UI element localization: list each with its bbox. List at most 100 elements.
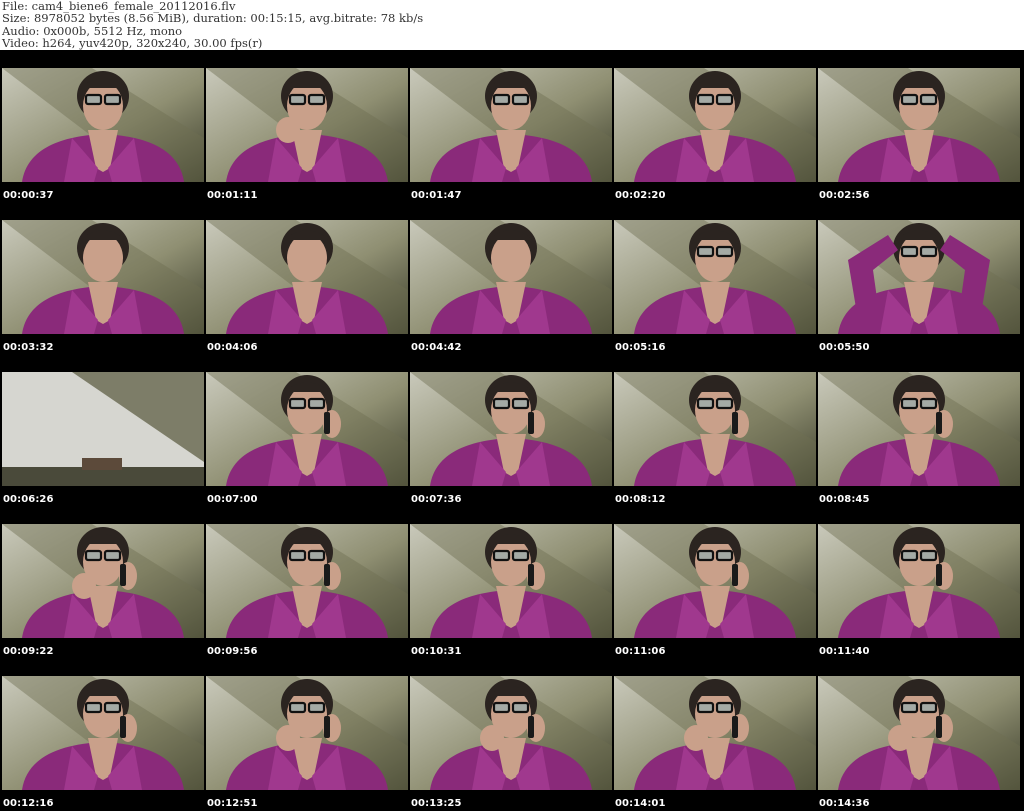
thumbnail-cell: 00:08:45	[816, 354, 1020, 506]
thumbnail-timestamp: 00:12:51	[207, 798, 258, 809]
thumbnail-timestamp: 00:00:37	[3, 190, 54, 201]
thumbnail-cell: 00:05:16	[612, 202, 816, 354]
thumbnail-cell: 00:01:11	[204, 50, 408, 202]
thumbnail-cell: 00:13:25	[408, 658, 612, 810]
thumbnail-image	[818, 372, 1020, 486]
thumbnail-cell: 00:12:16	[0, 658, 204, 810]
thumbnail-image	[2, 524, 204, 638]
thumbnail-image	[206, 220, 408, 334]
thumbnail-timestamp: 00:04:06	[207, 342, 258, 353]
thumbnail-cell: 00:07:36	[408, 354, 612, 506]
video-frame-thumbnail	[818, 220, 1020, 334]
video-frame-thumbnail	[410, 68, 612, 182]
thumbnail-image	[410, 220, 612, 334]
video-frame-thumbnail	[206, 524, 408, 638]
thumbnail-cell: 00:14:36	[816, 658, 1020, 810]
thumbnail-timestamp: 00:12:16	[3, 798, 54, 809]
thumbnail-cell: 00:03:32	[0, 202, 204, 354]
video-info-line: Video: h264, yuv420p, 320x240, 30.00 fps…	[2, 36, 263, 51]
video-frame-thumbnail	[410, 524, 612, 638]
video-frame-thumbnail	[2, 524, 204, 638]
file-info-header: File: cam4_biene6_female_20112016.flv Si…	[2, 0, 1022, 50]
thumbnail-image	[410, 524, 612, 638]
thumbnail-cell: 00:14:01	[612, 658, 816, 810]
thumbnail-image	[818, 676, 1020, 790]
thumbnail-cell: 00:01:47	[408, 50, 612, 202]
thumbnail-image	[206, 524, 408, 638]
thumbnail-cell: 00:09:22	[0, 506, 204, 658]
contact-sheet: 00:00:37 00:01:11 00:01:47 00:02:20 00:02:56…	[0, 50, 1024, 811]
video-frame-thumbnail	[410, 372, 612, 486]
thumbnail-image	[410, 68, 612, 182]
video-frame-thumbnail	[410, 676, 612, 790]
thumbnail-image	[818, 68, 1020, 182]
thumbnail-timestamp: 00:02:20	[615, 190, 666, 201]
video-frame-thumbnail	[614, 68, 816, 182]
thumbnail-timestamp: 00:09:22	[3, 646, 54, 657]
video-frame-thumbnail	[2, 372, 204, 486]
thumbnail-cell: 00:12:51	[204, 658, 408, 810]
file-size-line: Size: 8978052 bytes (8.56 MiB), duration…	[2, 11, 424, 26]
video-frame-thumbnail	[2, 220, 204, 334]
thumbnail-timestamp: 00:04:42	[411, 342, 462, 353]
thumbnail-cell: 00:00:37	[0, 50, 204, 202]
video-frame-thumbnail	[614, 676, 816, 790]
thumbnail-image	[818, 524, 1020, 638]
video-frame-thumbnail	[2, 676, 204, 790]
thumbnail-image	[614, 220, 816, 334]
video-frame-thumbnail	[614, 372, 816, 486]
thumbnail-timestamp: 00:06:26	[3, 494, 54, 505]
video-frame-thumbnail	[2, 68, 204, 182]
thumbnail-image	[614, 68, 816, 182]
video-frame-thumbnail	[206, 68, 408, 182]
thumbnail-image	[614, 524, 816, 638]
video-frame-thumbnail	[410, 220, 612, 334]
thumbnail-timestamp: 00:13:25	[411, 798, 462, 809]
thumbnail-image	[614, 372, 816, 486]
thumbnail-image	[614, 676, 816, 790]
thumbnail-image	[2, 676, 204, 790]
thumbnail-grid: 00:00:37 00:01:11 00:01:47 00:02:20 00:02:56…	[0, 50, 1024, 811]
video-frame-thumbnail	[818, 676, 1020, 790]
thumbnail-cell: 00:08:12	[612, 354, 816, 506]
video-frame-thumbnail	[206, 220, 408, 334]
thumbnail-cell: 00:07:00	[204, 354, 408, 506]
thumbnail-image	[818, 220, 1020, 334]
thumbnail-timestamp: 00:10:31	[411, 646, 462, 657]
thumbnail-timestamp: 00:08:12	[615, 494, 666, 505]
thumbnail-timestamp: 00:01:11	[207, 190, 258, 201]
thumbnail-image	[2, 372, 204, 486]
thumbnail-timestamp: 00:11:40	[819, 646, 870, 657]
thumbnail-image	[206, 676, 408, 790]
thumbnail-timestamp: 00:09:56	[207, 646, 258, 657]
thumbnail-timestamp: 00:05:50	[819, 342, 870, 353]
thumbnail-timestamp: 00:03:32	[3, 342, 54, 353]
thumbnail-cell: 00:04:42	[408, 202, 612, 354]
thumbnail-timestamp: 00:07:36	[411, 494, 462, 505]
thumbnail-timestamp: 00:01:47	[411, 190, 462, 201]
thumbnail-timestamp: 00:14:36	[819, 798, 870, 809]
thumbnail-cell: 00:04:06	[204, 202, 408, 354]
thumbnail-cell: 00:11:40	[816, 506, 1020, 658]
thumbnail-cell: 00:11:06	[612, 506, 816, 658]
thumbnail-cell: 00:10:31	[408, 506, 612, 658]
thumbnail-timestamp: 00:08:45	[819, 494, 870, 505]
video-frame-thumbnail	[818, 524, 1020, 638]
thumbnail-timestamp: 00:02:56	[819, 190, 870, 201]
video-frame-thumbnail	[206, 676, 408, 790]
thumbnail-cell: 00:09:56	[204, 506, 408, 658]
thumbnail-image	[410, 676, 612, 790]
thumbnail-image	[410, 372, 612, 486]
thumbnail-cell: 00:02:56	[816, 50, 1020, 202]
thumbnail-cell: 00:06:26	[0, 354, 204, 506]
thumbnail-timestamp: 00:05:16	[615, 342, 666, 353]
video-frame-thumbnail	[818, 68, 1020, 182]
video-frame-thumbnail	[206, 372, 408, 486]
video-frame-thumbnail	[614, 220, 816, 334]
thumbnail-image	[206, 372, 408, 486]
thumbnail-image	[206, 68, 408, 182]
thumbnail-timestamp: 00:11:06	[615, 646, 666, 657]
thumbnail-cell: 00:02:20	[612, 50, 816, 202]
thumbnail-image	[2, 220, 204, 334]
thumbnail-timestamp: 00:14:01	[615, 798, 666, 809]
